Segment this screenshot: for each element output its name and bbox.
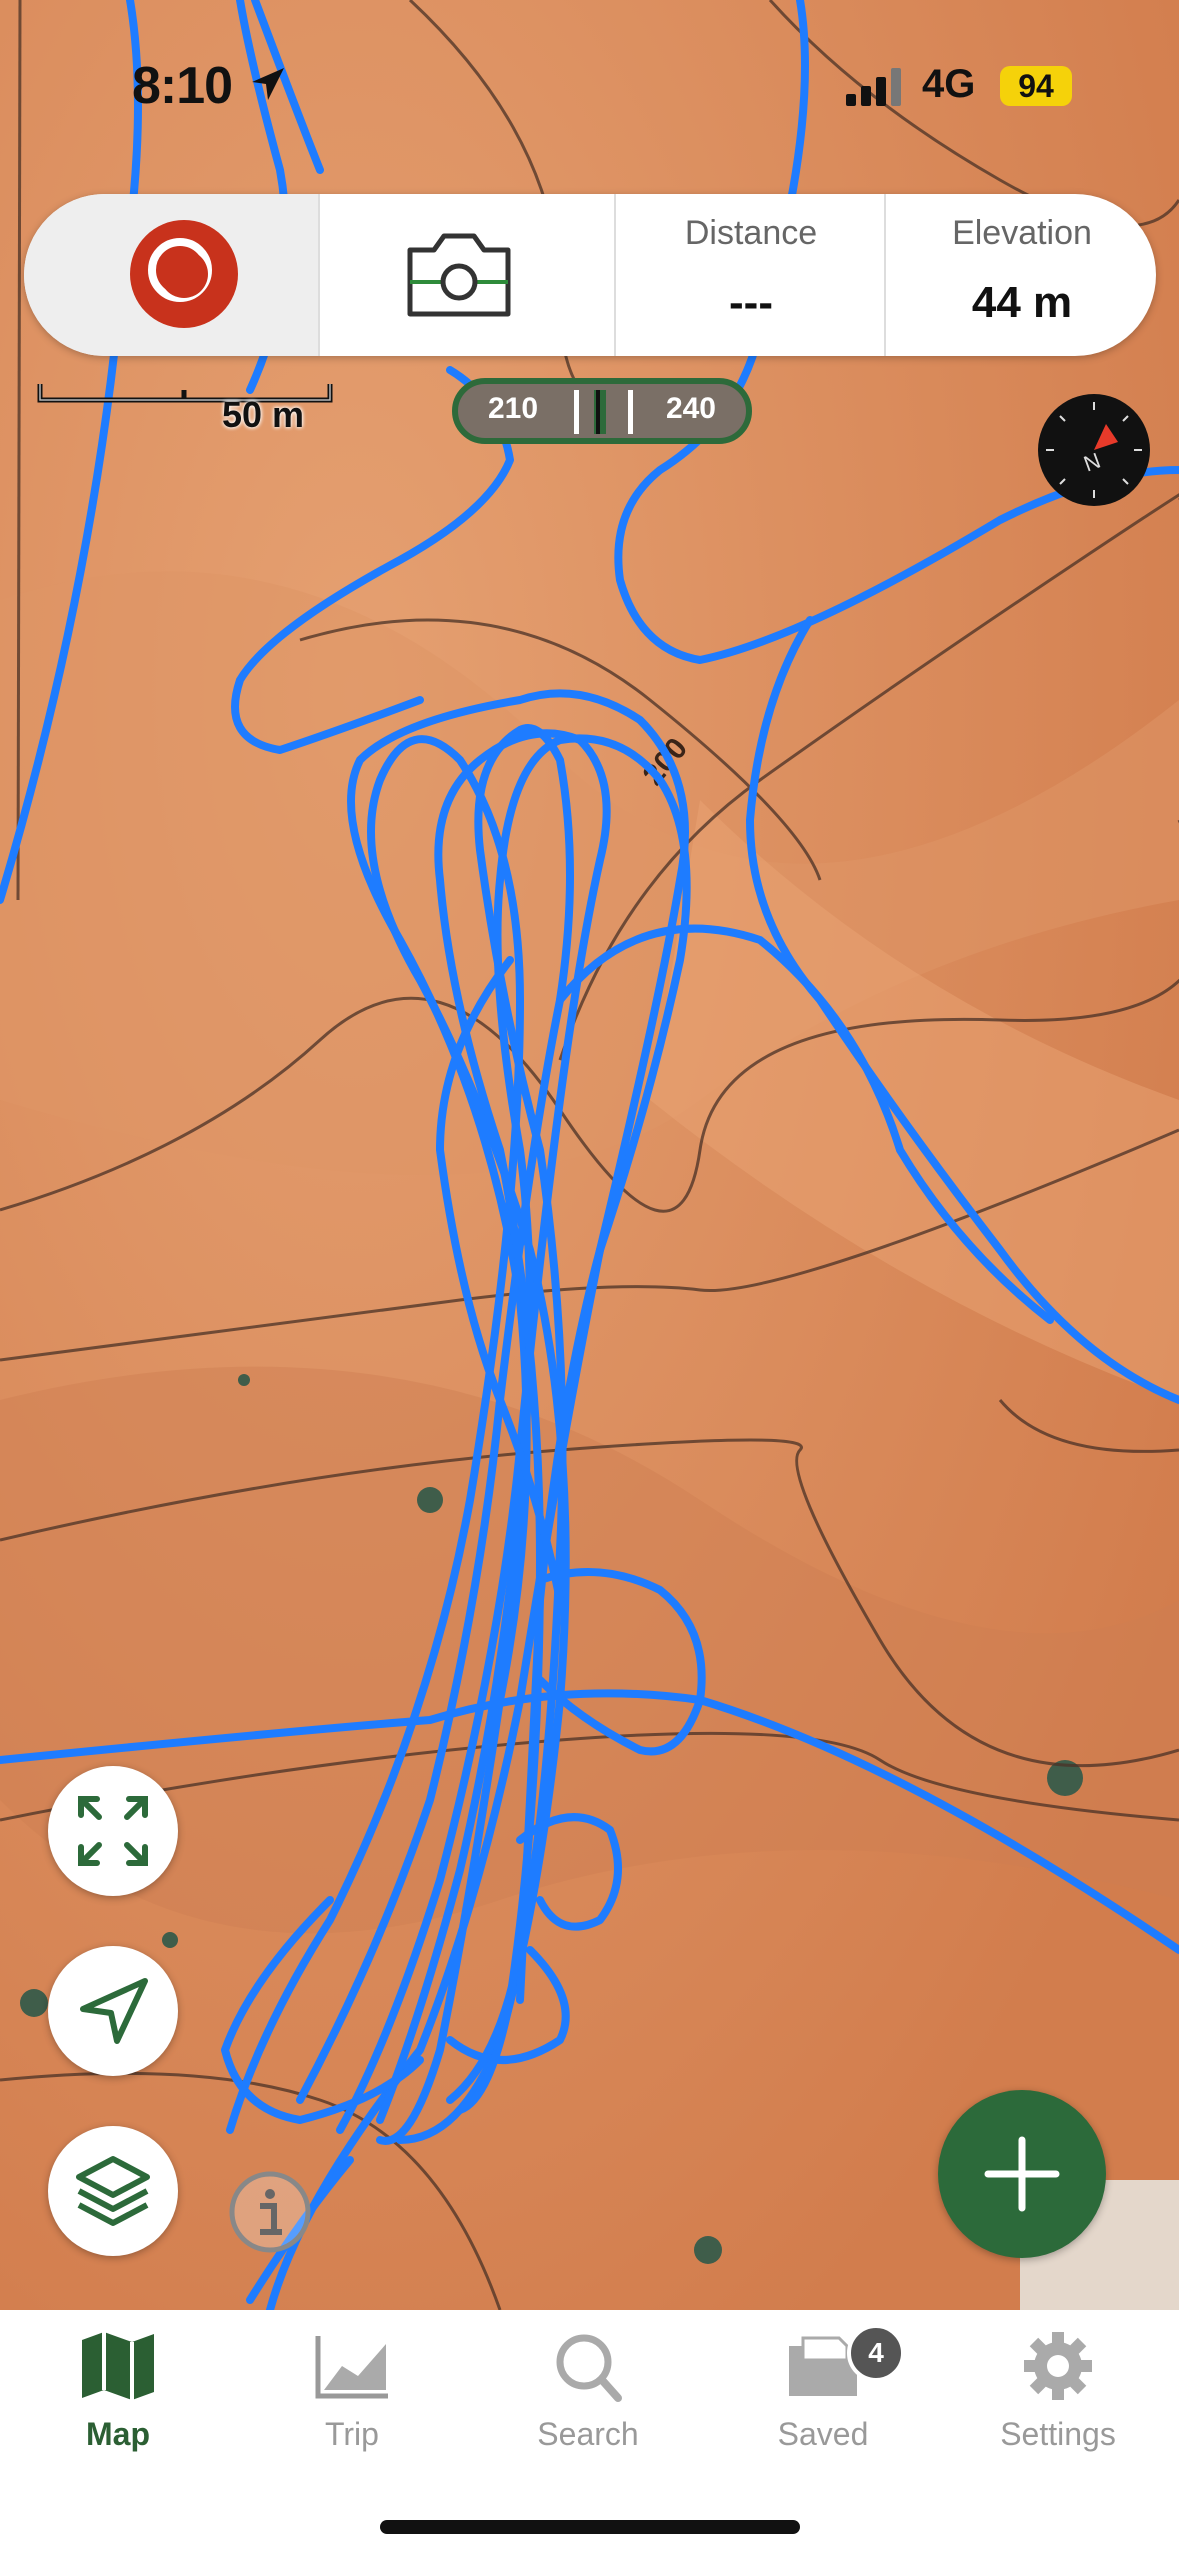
heading-indicator: 210 240	[452, 378, 752, 444]
compass-icon[interactable]: N	[1036, 392, 1152, 508]
info-icon[interactable]	[228, 2170, 312, 2254]
gear-icon	[1024, 2332, 1092, 2400]
navigation-arrow-icon	[80, 1978, 148, 2044]
camera-icon[interactable]	[404, 228, 514, 320]
tab-trip-label: Trip	[325, 2416, 379, 2452]
locate-me-button[interactable]	[48, 1946, 178, 2076]
distance-stat: Distance ---	[614, 194, 886, 356]
heading-value-right: 240	[665, 392, 716, 425]
map-icon	[82, 2332, 154, 2400]
layers-icon	[76, 2156, 150, 2226]
add-button[interactable]	[938, 2090, 1106, 2258]
elevation-label: Elevation	[952, 214, 1092, 252]
status-time: 8:10	[132, 57, 233, 115]
status-bar: 8:10 4G 94	[0, 0, 1179, 120]
tab-trip[interactable]: Trip	[252, 2330, 452, 2480]
record-cell[interactable]	[24, 194, 318, 356]
distance-value: ---	[729, 278, 773, 327]
tab-settings-label: Settings	[1000, 2416, 1116, 2452]
camera-cell[interactable]	[318, 194, 616, 356]
location-arrow-icon	[252, 68, 284, 100]
elevation-value: 44 m	[971, 278, 1073, 327]
saved-badge: 4	[847, 2324, 905, 2382]
tab-map-label: Map	[86, 2416, 150, 2452]
tab-settings[interactable]: Settings	[958, 2330, 1158, 2480]
home-indicator	[380, 2520, 800, 2534]
tracking-panel: Distance --- Elevation 44 m	[24, 194, 1156, 356]
map-layers-button[interactable]	[48, 2126, 178, 2256]
tab-saved-label: Saved	[777, 2416, 869, 2452]
record-button[interactable]	[130, 220, 238, 328]
chart-icon	[315, 2336, 388, 2399]
tab-saved[interactable]: 4 Saved	[723, 2324, 923, 2480]
scale-label: 50 m	[222, 394, 305, 435]
plus-icon	[984, 2136, 1060, 2212]
network-type: 4G	[922, 62, 976, 106]
search-icon	[556, 2334, 622, 2402]
tab-search[interactable]: Search	[488, 2330, 688, 2480]
expand-icon	[78, 1796, 148, 1866]
heading-ticks-icon	[574, 390, 633, 434]
elevation-stat: Elevation 44 m	[884, 194, 1156, 356]
distance-label: Distance	[684, 214, 818, 252]
tab-search-label: Search	[537, 2416, 639, 2452]
tab-map[interactable]: Map	[18, 2330, 218, 2480]
fullscreen-button[interactable]	[48, 1766, 178, 1896]
signal-icon	[846, 68, 901, 106]
battery-indicator: 94	[1000, 66, 1072, 106]
heading-value-left: 210	[488, 392, 539, 425]
